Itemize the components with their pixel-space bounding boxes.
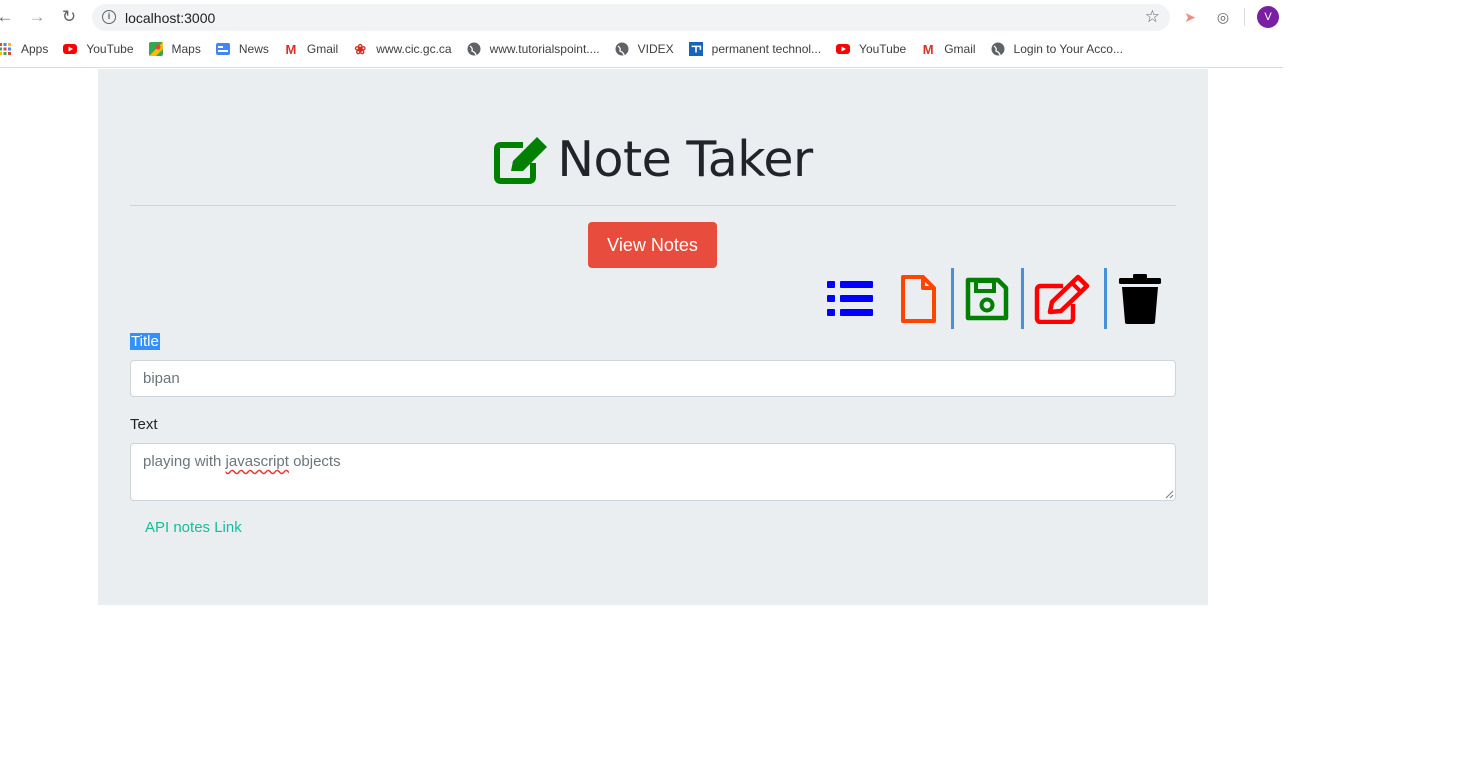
text-label: Text (130, 416, 158, 433)
bookmark-videx[interactable]: VIDEX (615, 42, 674, 56)
bookmark-youtube[interactable]: YouTube (63, 42, 134, 56)
browser-toolbar: ← → ↻ i localhost:3000 ☆ ➤ ◎ V (0, 0, 1283, 34)
page-header: Note Taker (98, 131, 1208, 195)
bookmark-label: Login to Your Acco... (1013, 42, 1123, 56)
bookmark-label: Gmail (944, 42, 976, 56)
text-value-start: playing with (143, 453, 226, 470)
globe-icon (467, 42, 481, 56)
toolbar-divider (1104, 268, 1107, 329)
bookmark-apps[interactable]: Apps (0, 42, 48, 56)
bookmark-maps[interactable]: Maps (148, 42, 201, 56)
forward-icon[interactable]: → (26, 6, 48, 28)
news-icon (215, 42, 230, 56)
title-input[interactable]: bipan (130, 360, 1176, 397)
bookmarks-bar: Apps YouTube Maps News M Gmail ❀ www.cic… (0, 38, 1138, 60)
bookmark-label: Gmail (306, 42, 339, 56)
header-divider (130, 205, 1176, 206)
bookmark-label: VIDEX (637, 42, 674, 56)
page-title: Note Taker (557, 131, 813, 188)
youtube-icon (63, 42, 78, 56)
site-icon (688, 42, 703, 56)
bookmark-label: permanent technol... (711, 42, 822, 56)
browser-chrome: ← → ↻ i localhost:3000 ☆ ➤ ◎ V Apps YouT… (0, 0, 1283, 68)
bookmark-permanent[interactable]: permanent technol... (688, 42, 822, 56)
bookmark-label: YouTube (859, 42, 907, 56)
globe-icon (991, 42, 1005, 56)
bookmark-label: Maps (171, 42, 201, 56)
toolbar-divider (1021, 268, 1024, 329)
api-notes-link[interactable]: API notes Link (145, 519, 242, 536)
bookmark-login[interactable]: Login to Your Acco... (991, 42, 1123, 56)
bookmark-label: Apps (21, 42, 49, 56)
bookmark-label: News (238, 42, 269, 56)
url-text: localhost:3000 (125, 10, 216, 26)
info-icon[interactable]: i (102, 10, 116, 24)
text-value-end: objects (288, 453, 341, 470)
toolbar-separator (1244, 8, 1245, 26)
extension-icon[interactable]: ➤ (1179, 6, 1201, 28)
extension-globe-icon[interactable]: ◎ (1212, 6, 1234, 28)
trash-icon[interactable] (1115, 272, 1165, 326)
youtube-icon (836, 42, 851, 56)
edit-icon[interactable] (1032, 272, 1092, 326)
view-notes-button[interactable]: View Notes (588, 222, 717, 268)
gmail-icon: M (922, 41, 934, 57)
save-icon[interactable] (961, 272, 1013, 326)
gmail-icon: M (285, 41, 297, 57)
bookmark-tutorialspoint[interactable]: www.tutorialspoint.... (467, 42, 600, 56)
bookmark-gmail-2[interactable]: M Gmail (921, 41, 976, 57)
bookmark-gmail[interactable]: M Gmail (284, 41, 339, 57)
new-file-icon[interactable] (897, 272, 939, 326)
reload-icon[interactable]: ↻ (58, 6, 80, 28)
bookmark-label: www.cic.gc.ca (376, 42, 452, 56)
bookmark-youtube-2[interactable]: YouTube (836, 42, 906, 56)
avatar[interactable]: V (1257, 6, 1279, 28)
bookmark-label: www.tutorialspoint.... (489, 42, 600, 56)
list-icon[interactable] (823, 272, 877, 326)
edit-square-icon (494, 136, 548, 184)
jumbotron: Note Taker View Notes Title bipan Text p… (98, 69, 1208, 605)
toolbar-divider (951, 268, 954, 329)
apps-grid-icon (0, 42, 12, 56)
title-input-value: bipan (143, 370, 180, 387)
resize-handle-icon[interactable] (1165, 490, 1174, 499)
maple-leaf-icon: ❀ (354, 40, 367, 57)
back-icon[interactable]: ← (0, 6, 16, 28)
bookmark-news[interactable]: News (215, 42, 269, 56)
address-bar[interactable]: i localhost:3000 ☆ (92, 4, 1170, 31)
bookmark-cic[interactable]: ❀ www.cic.gc.ca (353, 40, 452, 57)
maps-icon (148, 42, 163, 56)
bookmark-star-icon[interactable]: ☆ (1145, 7, 1160, 27)
globe-icon (615, 42, 629, 56)
misspelled-word: javascript (225, 453, 289, 470)
bookmark-label: YouTube (86, 42, 134, 56)
title-label: Title (130, 333, 160, 350)
text-textarea[interactable]: playing with javascript objects (130, 443, 1176, 501)
